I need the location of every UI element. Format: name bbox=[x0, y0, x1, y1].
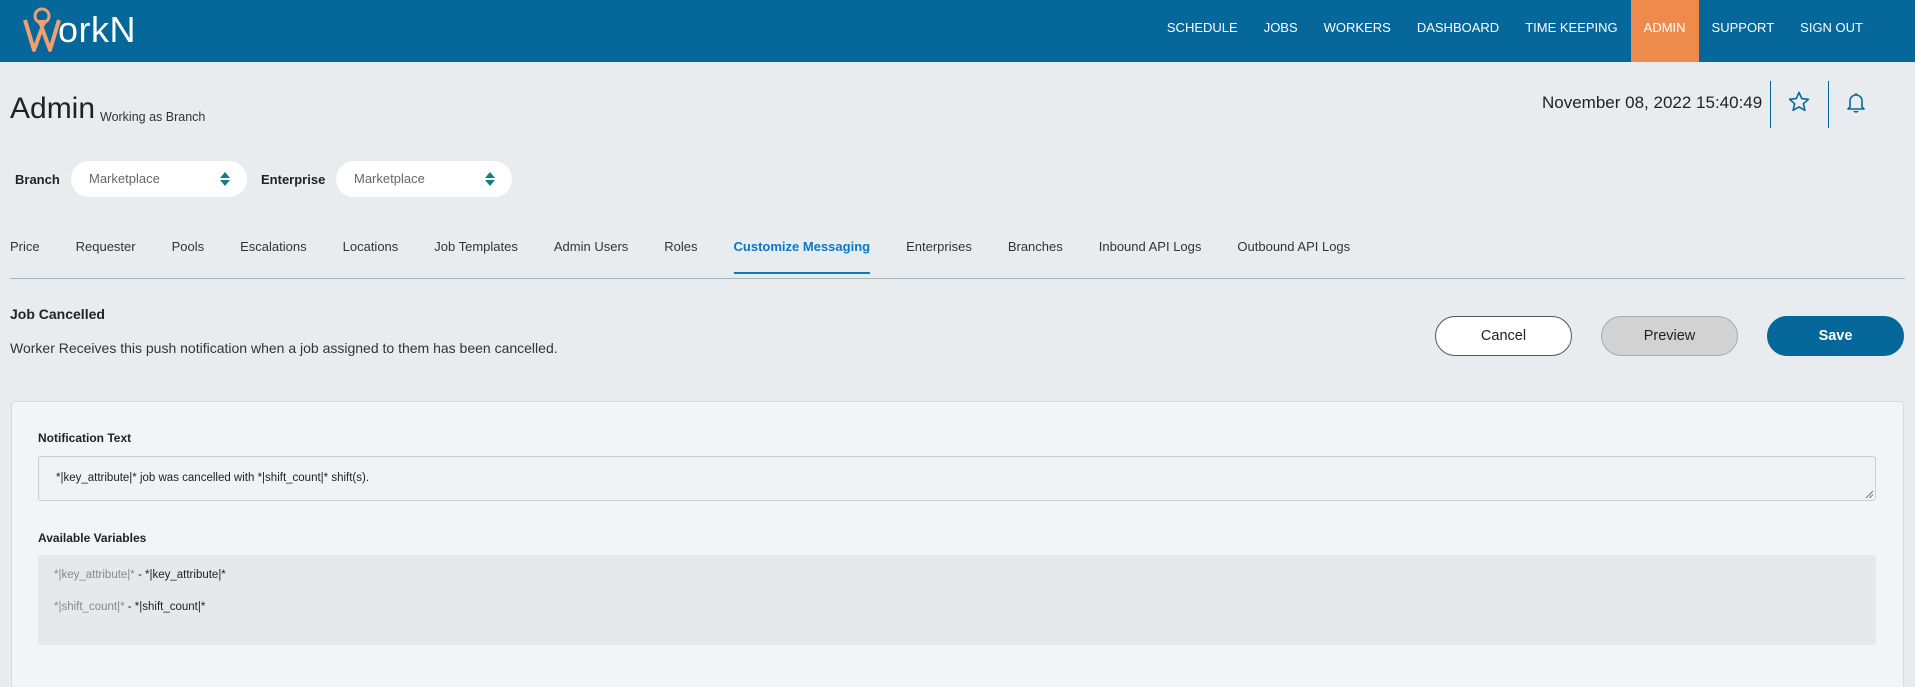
header-divider bbox=[1828, 81, 1829, 128]
tab-locations[interactable]: Locations bbox=[343, 238, 399, 274]
notification-text-label: Notification Text bbox=[38, 431, 132, 445]
nav-support[interactable]: SUPPORT bbox=[1699, 0, 1788, 62]
bell-icon[interactable] bbox=[1844, 90, 1868, 114]
sort-caret-icon bbox=[485, 172, 495, 186]
page-subtitle: Working as Branch bbox=[100, 110, 206, 124]
resize-handle-icon[interactable] bbox=[1865, 490, 1873, 498]
page-title: Admin bbox=[10, 92, 96, 125]
tab-requester[interactable]: Requester bbox=[76, 238, 136, 274]
variable-value: *|shift_count|* bbox=[134, 601, 206, 613]
variable-value: *|key_attribute|* bbox=[145, 569, 226, 581]
cancel-button[interactable]: Cancel bbox=[1435, 316, 1572, 356]
save-button[interactable]: Save bbox=[1767, 316, 1904, 356]
nav-workers[interactable]: WORKERS bbox=[1311, 0, 1404, 62]
tab-enterprises[interactable]: Enterprises bbox=[906, 238, 972, 274]
variable-key: *|key_attribute|* bbox=[54, 569, 135, 581]
tabs-divider bbox=[10, 278, 1905, 279]
branch-select[interactable]: Marketplace bbox=[71, 161, 247, 197]
star-icon[interactable] bbox=[1787, 90, 1811, 114]
nav-jobs[interactable]: JOBS bbox=[1251, 0, 1311, 62]
tab-inbound-api-logs[interactable]: Inbound API Logs bbox=[1099, 238, 1202, 274]
branch-select-value: Marketplace bbox=[89, 171, 160, 186]
header-divider bbox=[1770, 81, 1771, 128]
main-nav: SCHEDULE JOBS WORKERS DASHBOARD TIME KEE… bbox=[1154, 0, 1915, 62]
app-logo[interactable]: orkN bbox=[22, 2, 136, 58]
tab-price[interactable]: Price bbox=[10, 238, 40, 274]
branch-label: Branch bbox=[15, 172, 60, 187]
available-variables-list: *|key_attribute|* - *|key_attribute|* *|… bbox=[38, 555, 1876, 645]
tab-escalations[interactable]: Escalations bbox=[240, 238, 306, 274]
tab-roles[interactable]: Roles bbox=[664, 238, 697, 274]
notification-text-value: *|key_attribute|* job was cancelled with… bbox=[56, 472, 370, 484]
variable-separator: - bbox=[124, 601, 135, 613]
admin-tabs: Price Requester Pools Escalations Locati… bbox=[10, 238, 1386, 274]
enterprise-label: Enterprise bbox=[261, 172, 326, 187]
nav-admin[interactable]: ADMIN bbox=[1630, 0, 1699, 62]
sort-caret-icon bbox=[220, 172, 230, 186]
tab-customize-messaging[interactable]: Customize Messaging bbox=[733, 238, 871, 274]
logo-pin-icon bbox=[23, 7, 61, 52]
tab-admin-users[interactable]: Admin Users bbox=[554, 238, 628, 274]
tab-pools[interactable]: Pools bbox=[172, 238, 205, 274]
nav-time-keeping[interactable]: TIME KEEPING bbox=[1512, 0, 1630, 62]
nav-sign-out[interactable]: SIGN OUT bbox=[1787, 0, 1915, 62]
notification-text-input[interactable]: *|key_attribute|* job was cancelled with… bbox=[38, 456, 1876, 501]
section-title: Job Cancelled bbox=[10, 306, 105, 322]
top-nav-bar: orkN SCHEDULE JOBS WORKERS DASHBOARD TIM… bbox=[0, 0, 1915, 62]
current-datetime: November 08, 2022 15:40:49 bbox=[1542, 93, 1763, 112]
variable-item: *|shift_count|* - *|shift_count|* bbox=[54, 601, 205, 613]
variable-separator: - bbox=[134, 569, 146, 581]
nav-schedule[interactable]: SCHEDULE bbox=[1154, 0, 1251, 62]
logo-text: orkN bbox=[58, 9, 137, 50]
variable-item: *|key_attribute|* - *|key_attribute|* bbox=[54, 569, 226, 581]
enterprise-select-value: Marketplace bbox=[354, 171, 425, 186]
nav-dashboard[interactable]: DASHBOARD bbox=[1404, 0, 1512, 62]
variable-key: *|shift_count|* bbox=[54, 601, 125, 613]
section-description: Worker Receives this push notification w… bbox=[10, 340, 558, 356]
enterprise-select[interactable]: Marketplace bbox=[336, 161, 512, 197]
available-variables-label: Available Variables bbox=[38, 531, 147, 545]
tab-outbound-api-logs[interactable]: Outbound API Logs bbox=[1237, 238, 1350, 274]
preview-button[interactable]: Preview bbox=[1601, 316, 1738, 356]
tab-branches[interactable]: Branches bbox=[1008, 238, 1063, 274]
tab-job-templates[interactable]: Job Templates bbox=[434, 238, 518, 274]
